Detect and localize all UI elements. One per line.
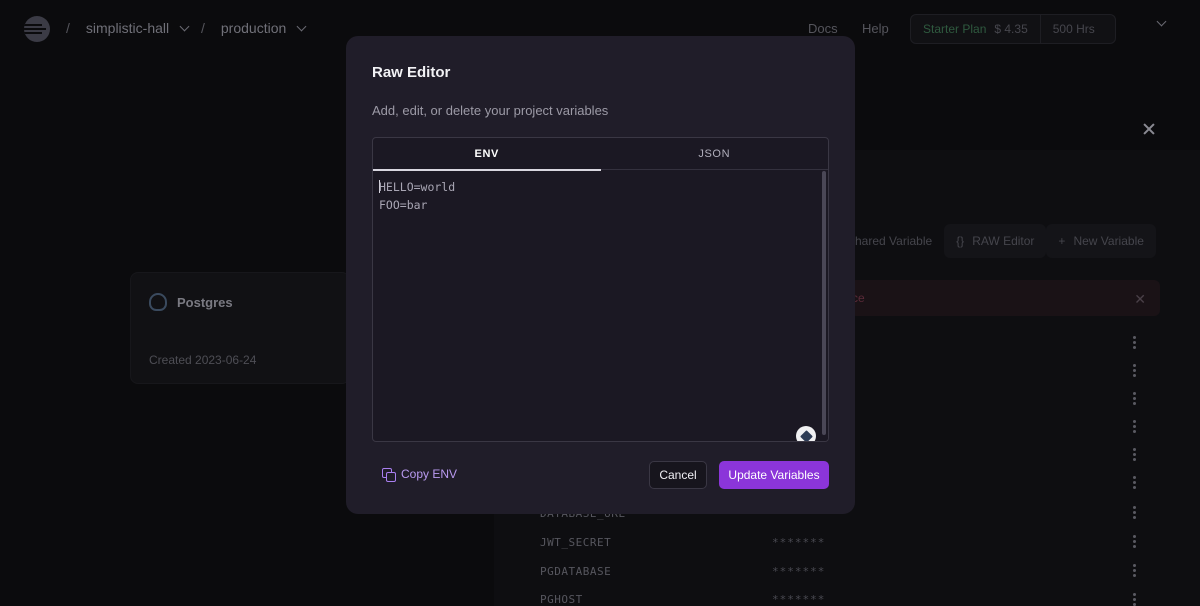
variable-actions: Shared Variable {} RAW Editor + New Vari… — [835, 224, 1161, 258]
code-braces-icon: {} — [956, 234, 965, 248]
row-menu-icon[interactable] — [1133, 506, 1137, 519]
editor-scrollbar[interactable] — [820, 171, 828, 441]
editor-line: HELLO=world — [379, 180, 456, 194]
update-variables-button[interactable]: Update Variables — [719, 461, 829, 489]
env-code-editor[interactable]: HELLO=world FOO=bar — [373, 171, 820, 441]
raw-editor: ENV JSON HELLO=world FOO=bar — [372, 137, 829, 442]
postgres-elephant-icon — [149, 293, 167, 311]
copy-env-label: Copy ENV — [401, 467, 458, 481]
scrollbar-thumb[interactable] — [822, 171, 826, 435]
docs-link[interactable]: Docs — [808, 21, 838, 36]
alert-banner: ce ✕ — [850, 280, 1160, 316]
row-menu-icon[interactable] — [1133, 392, 1137, 405]
new-variable-label: New Variable — [1073, 234, 1144, 248]
tab-env[interactable]: ENV — [373, 138, 601, 171]
row-menu-icon[interactable] — [1133, 593, 1137, 606]
plan-amount: $ 4.35 — [994, 22, 1028, 36]
breadcrumb-project[interactable]: / simplistic-hall — [66, 20, 190, 36]
assistant-extension-icon[interactable] — [796, 426, 816, 441]
row-menu-icon[interactable] — [1133, 420, 1137, 433]
plan-label: Starter Plan — [923, 22, 987, 36]
variable-name: PGDATABASE — [540, 565, 612, 578]
editor-tabs: ENV JSON — [373, 138, 829, 171]
service-name: Postgres — [177, 295, 233, 310]
editor-line: FOO=bar — [379, 198, 428, 212]
close-alert-icon[interactable]: ✕ — [1134, 291, 1146, 308]
service-created-date: Created 2023-06-24 — [149, 353, 257, 367]
chevron-down-icon — [296, 21, 307, 31]
raw-editor-modal: Raw Editor Add, edit, or delete your pro… — [346, 36, 855, 514]
row-menu-icon[interactable] — [1133, 564, 1137, 577]
plus-icon: + — [1058, 234, 1066, 248]
environment-name: production — [220, 20, 287, 36]
copy-icon — [382, 467, 396, 482]
copy-env-button[interactable]: Copy ENV — [382, 464, 457, 484]
cancel-button[interactable]: Cancel — [649, 461, 707, 489]
postgres-service-card[interactable]: Postgres Created 2023-06-24 — [130, 272, 350, 384]
raw-editor-label: RAW Editor — [972, 234, 1035, 248]
variable-name: JWT_SECRET — [540, 536, 612, 549]
row-menu-icon[interactable] — [1133, 476, 1137, 489]
row-menu-icon[interactable] — [1133, 448, 1137, 461]
plan-usage-badge[interactable]: Starter Plan $ 4.35 500 Hrs — [910, 14, 1116, 44]
project-name: simplistic-hall — [85, 20, 170, 36]
help-link[interactable]: Help — [862, 21, 889, 36]
row-menu-icon[interactable] — [1133, 535, 1137, 548]
variable-value: ******* — [772, 565, 826, 578]
row-menu-icon[interactable] — [1133, 364, 1137, 377]
railway-logo-icon[interactable] — [24, 16, 50, 42]
raw-editor-button[interactable]: {} RAW Editor — [944, 224, 1047, 258]
variable-value: ******* — [772, 593, 826, 606]
new-variable-button[interactable]: + New Variable — [1046, 224, 1156, 258]
modal-title: Raw Editor — [372, 64, 451, 81]
chevron-down-icon — [179, 21, 190, 31]
variable-value: ******* — [772, 536, 826, 549]
tab-json[interactable]: JSON — [601, 138, 829, 170]
variable-name: PGHOST — [540, 593, 583, 606]
plan-hours: 500 Hrs — [1052, 22, 1095, 36]
account-menu-chevron-icon[interactable] — [1156, 16, 1167, 27]
close-panel-icon[interactable] — [1142, 122, 1156, 136]
breadcrumb-environment[interactable]: / production — [201, 20, 307, 36]
row-menu-icon[interactable] — [1133, 336, 1137, 349]
modal-subtitle: Add, edit, or delete your project variab… — [372, 103, 609, 118]
